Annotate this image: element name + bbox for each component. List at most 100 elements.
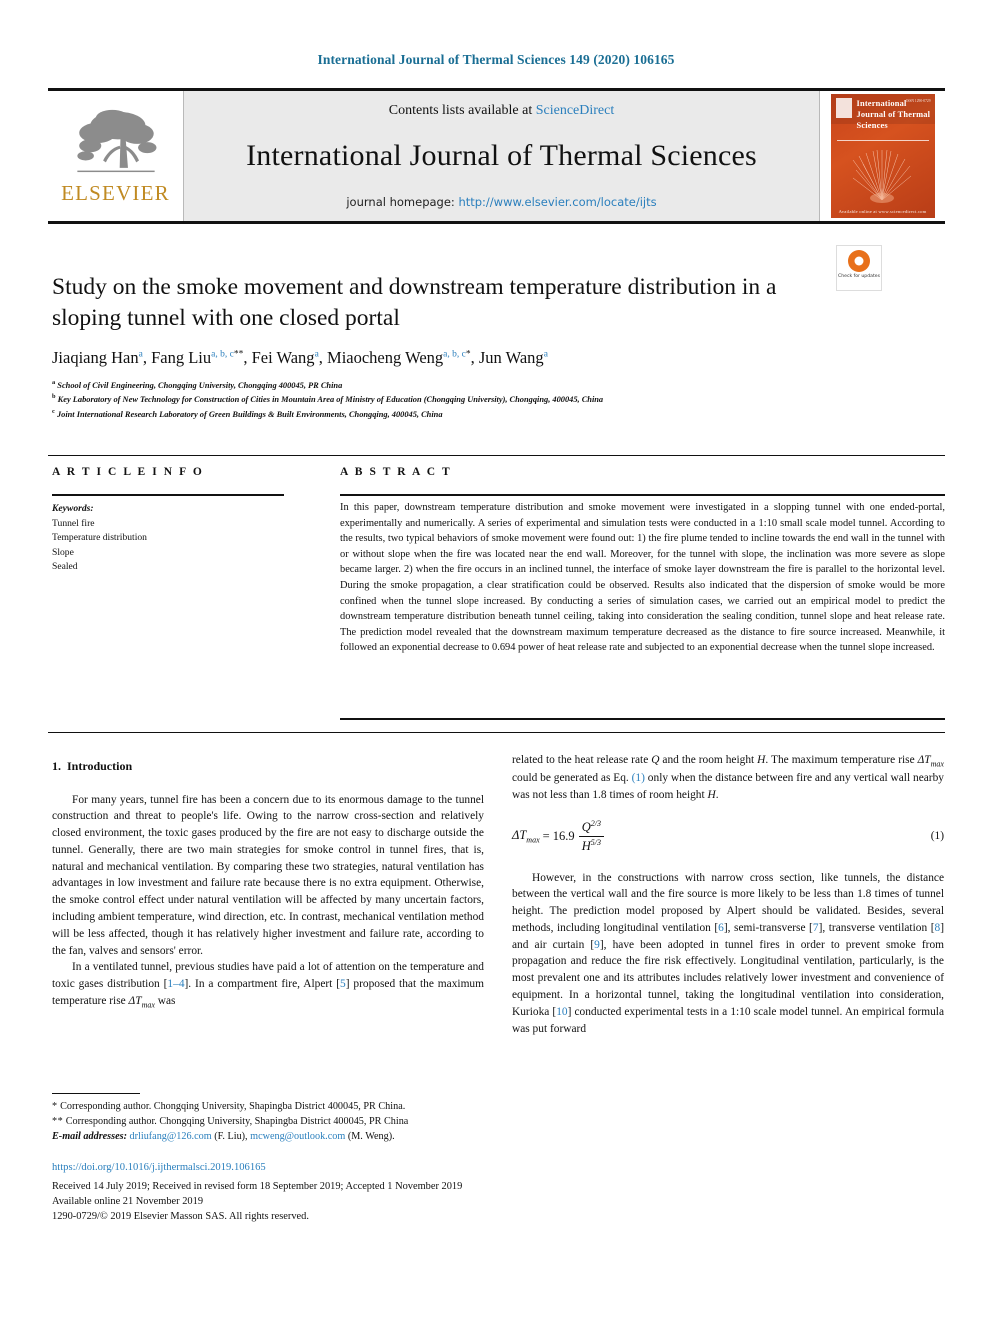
author-affil-marker: a	[543, 349, 548, 360]
article-info-heading: A R T I C L E I N F O	[52, 466, 204, 478]
footnote-text: Corresponding author. Chongqing Universi…	[57, 1101, 406, 1112]
info-top-rule	[48, 455, 945, 456]
journal-cover-container: ISSN 1290-0729 International Journal of …	[819, 91, 945, 221]
email-label: E-mail addresses:	[52, 1130, 127, 1142]
inline-math-delta-t-max: ΔTmax	[917, 754, 944, 769]
paragraph: related to the heat release rate Q and t…	[512, 752, 944, 804]
cover-elsevier-mark-icon	[835, 98, 852, 118]
equation-lhs-subscript: max	[526, 835, 540, 845]
equation-denominator-exponent: 5/3	[590, 838, 601, 848]
crossmark-ring-icon	[848, 250, 870, 272]
affiliation-text: Joint International Research Laboratory …	[56, 409, 443, 419]
author-list: Jiaqiang Hana, Fang Liua, b, c**, Fei Wa…	[52, 348, 548, 367]
paragraph: However, in the constructions with narro…	[512, 870, 944, 1038]
author-name: Fei Wang	[251, 348, 315, 367]
publication-history: Received 14 July 2019; Received in revis…	[52, 1180, 612, 1225]
equation-ref[interactable]: (1)	[632, 772, 645, 784]
equation-denominator: H5/3	[578, 836, 604, 856]
equation-lhs-symbol: ΔT	[512, 828, 527, 843]
abstract-text: In this paper, downstream temperature di…	[340, 502, 945, 654]
footnote-item: * Corresponding author. Chongqing Univer…	[52, 1100, 492, 1115]
footnote-item: ** Corresponding author. Chongqing Unive…	[52, 1115, 492, 1130]
body-column-left: 1. Introduction For many years, tunnel f…	[52, 758, 484, 1011]
paragraph-part: ], semi-transverse [	[723, 921, 813, 934]
keyword-item: Temperature distribution	[52, 532, 147, 544]
cover-burst-graphic-icon	[852, 149, 911, 203]
available-online-line: Available online 21 November 2019	[52, 1195, 204, 1207]
abstract-bottom-rule	[340, 718, 945, 720]
affiliation-list: a School of Civil Engineering, Chongqing…	[52, 378, 932, 421]
author-name: Jiaqiang Han	[52, 348, 139, 367]
homepage-prefix: journal homepage:	[346, 195, 459, 209]
equation-denominator-symbol: H	[581, 839, 591, 854]
copyright-line: 1290-0729/© 2019 Elsevier Masson SAS. Al…	[52, 1210, 309, 1222]
sciencedirect-link[interactable]: ScienceDirect	[536, 103, 615, 118]
body-column-right: related to the heat release rate Q and t…	[512, 752, 944, 1037]
citation-ref[interactable]: 1–4	[167, 978, 184, 990]
affiliation-item: b Key Laboratory of New Technology for C…	[52, 392, 932, 406]
paragraph-part: was	[154, 994, 176, 1007]
citation-ref[interactable]: 10	[556, 1006, 567, 1018]
section-heading: 1. Introduction	[52, 758, 484, 776]
homepage-url-link[interactable]: http://www.elsevier.com/locate/ijts	[458, 195, 656, 209]
section-number: 1.	[52, 759, 61, 773]
abstract-heading: A B S T R A C T	[340, 466, 452, 478]
paragraph-part: ] conducted experimental tests in a 1:10…	[512, 1005, 944, 1035]
body-top-rule	[48, 732, 945, 733]
equation-lhs: ΔTmax	[512, 826, 540, 846]
affiliation-label: c	[52, 407, 55, 415]
affiliation-text: School of Civil Engineering, Chongqing U…	[57, 380, 343, 390]
paragraph-part: could be generated as Eq.	[512, 772, 632, 785]
keywords-block: Keywords: Tunnel fire Temperature distri…	[52, 502, 292, 575]
equation-fraction: Q2/3 H5/3	[578, 818, 604, 856]
crossmark-label: Check for updates	[838, 274, 880, 279]
author-affil-marker: a	[138, 349, 143, 360]
cover-title: International Journal of Thermal Science…	[856, 99, 931, 130]
email-footnote: E-mail addresses: drliufang@126.com (F. …	[52, 1130, 492, 1145]
inline-math-delta-t-max: ΔTmax	[128, 994, 155, 1010]
paragraph-part: and the room height	[659, 754, 758, 766]
publisher-logo: ELSEVIER	[48, 91, 184, 221]
keyword-item: Tunnel fire	[52, 517, 95, 529]
paragraph: In a ventilated tunnel, previous studies…	[52, 959, 484, 1011]
affiliation-text: Key Laboratory of New Technology for Con…	[57, 395, 604, 405]
email-owner-1: (F. Liu),	[211, 1130, 251, 1142]
contents-prefix: Contents lists available at	[388, 103, 536, 118]
running-head: International Journal of Thermal Science…	[317, 52, 675, 67]
doi-link[interactable]: https://doi.org/10.1016/j.ijthermalsci.2…	[52, 1162, 266, 1173]
equation-1: ΔTmax = 16.9 Q2/3 H5/3 (1)	[512, 818, 944, 856]
email-link-2[interactable]: mcweng@outlook.com	[250, 1131, 345, 1142]
equation-numerator-symbol: Q	[581, 819, 591, 834]
paper-title: Study on the smoke movement and downstre…	[52, 274, 777, 332]
author-affil-marker: a	[314, 349, 319, 360]
footnote-marker: **	[52, 1115, 64, 1127]
cover-rule	[836, 140, 929, 141]
article-info-rule	[52, 494, 284, 496]
paper-page: International Journal of Thermal Science…	[0, 0, 992, 1323]
affiliation-label: b	[52, 393, 56, 401]
author-name: Jun Wang	[478, 348, 544, 367]
footnote-rule	[52, 1093, 140, 1094]
footnote-text: Corresponding author. Chongqing Universi…	[63, 1115, 409, 1127]
author-affil-marker: a, b, c	[211, 349, 234, 360]
paragraph-part: related to the heat release rate	[512, 754, 652, 766]
paragraph-part: . The maximum temperature rise	[765, 754, 918, 766]
paragraph-part: ], transverse ventilation [	[818, 921, 935, 934]
author-affil-marker: a, b, c	[443, 349, 466, 360]
journal-masthead: ELSEVIER Contents lists available at Sci…	[48, 88, 945, 224]
email-link-1[interactable]: drliufang@126.com	[130, 1131, 212, 1142]
homepage-line: journal homepage: http://www.elsevier.co…	[184, 195, 819, 209]
affiliation-item: c Joint International Research Laborator…	[52, 407, 932, 421]
author-name: Fang Liu	[151, 348, 212, 367]
masthead-center: Contents lists available at ScienceDirec…	[184, 91, 819, 221]
keyword-item: Slope	[52, 546, 74, 558]
elsevier-tree-icon	[76, 109, 156, 172]
crossmark-badge[interactable]: Check for updates	[836, 245, 882, 291]
paragraph-part: .	[715, 788, 719, 801]
equation-numerator: Q2/3	[579, 818, 604, 837]
received-line: Received 14 July 2019; Received in revis…	[52, 1181, 463, 1192]
equation-number: (1)	[930, 830, 944, 843]
paragraph: For many years, tunnel fire has been a c…	[52, 793, 484, 957]
contents-line: Contents lists available at ScienceDirec…	[184, 103, 819, 119]
paragraph-part: ]. In a compartment fire, Alpert [	[184, 978, 341, 991]
